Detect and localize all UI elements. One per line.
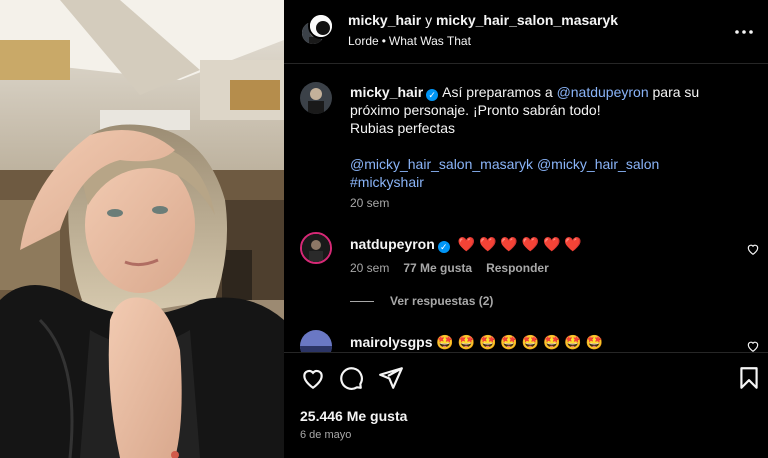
hashtag-link[interactable]: #mickyshair [350,174,424,190]
avatar[interactable] [300,232,332,264]
heart-icon[interactable] [746,242,760,256]
caption-time: 20 sem [350,196,390,210]
comment-meta: 20 sem 77 Me gusta Responder [350,261,563,275]
avatar[interactable] [308,13,334,39]
comment-body: ❤️ ❤️ ❤️ ❤️ ❤️ ❤️ [457,236,582,252]
audio-track: What Was That [388,34,471,48]
joiner-text: y [425,12,433,28]
audio-separator: • [381,34,386,48]
comment-username[interactable]: natdupeyron [350,236,435,252]
post-date[interactable]: 6 de mayo [300,429,351,441]
caption-username[interactable]: micky_hair [350,84,423,100]
mention-link[interactable]: @natdupeyron [557,84,649,100]
like-count[interactable]: 25.446 Me gusta [300,408,407,424]
username-link[interactable]: micky_hair [348,12,421,28]
post-photo [0,0,284,458]
comment-body: 🤩 🤩 🤩 🤩 🤩 🤩 🤩 🤩 [436,334,604,350]
share-icon[interactable] [378,365,404,391]
caption-line: Rubias perfectas [350,120,456,136]
verified-badge-icon: ✓ [437,241,450,253]
view-replies-button[interactable]: Ver respuestas (2) [350,294,493,308]
reply-button[interactable]: Responder [486,261,549,275]
comment-time: 20 sem [350,261,390,275]
comment-text: mairolysgps 🤩 🤩 🤩 🤩 🤩 🤩 🤩 🤩 [350,333,752,351]
audio-info[interactable]: Lorde • What Was That [348,34,471,48]
heart-icon[interactable] [746,339,760,352]
comments-section[interactable]: micky_hair ✓ Así preparamos a @natdupeyron… [284,64,768,352]
comment-likes[interactable]: 77 Me gusta [403,261,472,275]
more-options-icon[interactable] [732,20,756,44]
caption-text: micky_hair ✓ Así preparamos a @natdupeyron… [350,83,752,191]
heart-icon[interactable] [300,365,326,391]
collab-usernames: micky_hair y micky_hair_salon_masaryk [348,12,618,28]
caption-meta: 20 sem [350,196,403,210]
replies-divider [350,301,374,303]
avatar[interactable] [300,330,332,352]
mention-links[interactable]: @micky_hair_salon_masaryk @micky_hair_sa… [350,156,659,172]
verified-badge-icon: ✓ [426,89,439,101]
caption-part: Así preparamos a [442,84,557,100]
post-media[interactable] [0,0,284,458]
username-link[interactable]: micky_hair_salon_masaryk [436,12,618,28]
comment-text: natdupeyron ✓ ❤️ ❤️ ❤️ ❤️ ❤️ ❤️ [350,235,752,253]
bookmark-icon[interactable] [736,365,762,391]
post-actions: 25.446 Me gusta 6 de mayo [284,352,768,458]
comment-icon[interactable] [338,365,364,391]
post-panel: micky_hair y micky_hair_salon_masaryk Lo… [284,0,768,458]
view-replies-label: Ver respuestas (2) [390,294,494,308]
audio-artist: Lorde [348,34,379,48]
comment-username[interactable]: mairolysgps [350,334,432,350]
avatar[interactable] [300,82,332,114]
post-header: micky_hair y micky_hair_salon_masaryk Lo… [284,0,768,64]
